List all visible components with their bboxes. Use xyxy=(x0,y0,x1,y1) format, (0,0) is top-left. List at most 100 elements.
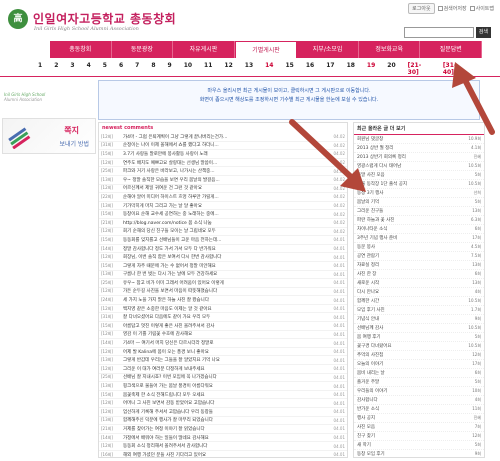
comment-title[interactable]: 가정에서 배워야 하는 일들이 많네요 감사해요 xyxy=(123,435,325,441)
recent-post-row[interactable]: 반가운 소식 11회 xyxy=(354,405,484,414)
recent-post-row[interactable]: 주말 사진 모음 5회 xyxy=(354,171,484,180)
newest-comment-row[interactable]: [13회] 구름나 한 번 벗는 다시 가는 날에 모두 건강하세요 04.01 xyxy=(99,271,347,280)
comment-title[interactable]: 그렇게 자주 때문에 가는 수 없어서 정말 미안해요 xyxy=(123,263,325,269)
pager-item[interactable]: 19 xyxy=(367,62,375,74)
newest-comment-row[interactable]: [15회] 동창이요 순해 교수세 공연하는 중 노래하는 중에... 04.02 xyxy=(99,210,347,219)
recent-post-row[interactable]: 오늘의 이야기 17회 xyxy=(354,360,484,369)
recent-post-row[interactable]: 영광스럽게 다시 태어남 10.5회 xyxy=(354,162,484,171)
newest-comment-row[interactable]: [13회] 핑크색으로 물들어 가는 봄날 풍경이 아름다워요 04.01 xyxy=(99,382,347,391)
pager-item[interactable]: 6 xyxy=(119,62,123,74)
comment-title[interactable]: 그렇게 반갑데 우리는 그들을 잘 알았지요 기억 나요 xyxy=(123,357,325,363)
comment-title[interactable]: 기4마 — 여기서 머지 당신은 다르시더라 정말로 xyxy=(123,340,325,346)
newest-comment-row[interactable]: [21회] http://blog.naver.com/notice 봄 소식 나… xyxy=(99,219,347,228)
recent-post-row[interactable]: 파란 하늘과 꽃 사진 6.3회 xyxy=(354,216,484,225)
pager-item[interactable]: 8 xyxy=(151,62,155,74)
post-title[interactable]: 동문 봉사 xyxy=(357,244,459,250)
recent-post-row[interactable]: 새 학기 5회 xyxy=(354,441,484,450)
newest-comment-row[interactable]: [13회] 기가막히게 마치 그리고 가는 날 달 좋아요 04.02 xyxy=(99,202,347,211)
post-title[interactable]: 행사 공지 xyxy=(357,415,459,421)
post-title[interactable]: 우리들의 이야기 xyxy=(357,388,459,394)
site-title[interactable]: 인일여자고등학교 총동창회 xyxy=(33,10,176,27)
pager-item[interactable]: 14 xyxy=(265,62,273,74)
post-title[interactable]: 함께한 시간 xyxy=(357,298,459,304)
newest-comment-row[interactable]: [12회] 그리운 이 대가 여러분 다정하게 보내주세요 04.01 xyxy=(99,365,347,374)
pager-item[interactable]: 4 xyxy=(87,62,91,74)
newest-comment-row[interactable]: [12회] 어르신께서 제일 귀여운 건 그런 것 같아요 04.02 xyxy=(99,185,347,194)
recent-post-row[interactable]: 모임 후기 사진 1.7회 xyxy=(354,306,484,315)
remember-search-toggle[interactable]: 검색어저장 xyxy=(437,5,467,12)
recent-post-row[interactable]: 회원님 댓글창 10.9회 xyxy=(354,135,484,144)
recent-post-row[interactable]: 친구 찾기 12회 xyxy=(354,432,484,441)
logout-button[interactable]: 로그아웃 xyxy=(408,3,435,14)
newest-comment-row[interactable]: [31회] 순정이는 나이 이제 올해에서 쇼를 했다고 하더니... 04.02 xyxy=(99,142,347,151)
post-title[interactable]: 회원님 댓글창 xyxy=(357,136,459,142)
newest-comment-row[interactable]: [25회] 선배님 잘 지내시죠? 이번 모임에 꼭 나가겠습니다 04.01 xyxy=(99,374,347,383)
post-title[interactable]: 사진 모음 xyxy=(357,424,459,430)
recent-post-row[interactable]: 감사합니다 4회 xyxy=(354,396,484,405)
post-title[interactable]: 선배님께 감사 xyxy=(357,325,459,331)
recent-post-row[interactable]: 새로운 시작 13회 xyxy=(354,279,484,288)
post-title[interactable]: 봄 여행 후기 xyxy=(357,334,459,340)
comment-title[interactable]: 아름답고 멋진 이렇게 좋은 사진 올려주셔서 감사 xyxy=(123,323,325,329)
comment-title[interactable]: 동창이요 순해 교수세 공연하는 중 노래하는 중에... xyxy=(123,211,325,217)
post-title[interactable]: 2013 상반 월 정리 xyxy=(357,145,459,151)
newest-comment-row[interactable]: [12회] 회장님, 이번 솔직 함은 보여서 다시 한번 감사합니다 04.01 xyxy=(99,253,347,262)
comment-title[interactable]: http://blog.naver.com/notice 봄 소식 나눔 xyxy=(123,220,325,226)
comment-title[interactable]: 그리운 이 대가 여러분 다정하게 보내주세요 xyxy=(123,366,325,372)
sitemap-link[interactable]: 사이트맵 xyxy=(469,5,494,12)
post-title[interactable]: 반가운 소식 xyxy=(357,406,459,412)
comment-title[interactable]: 가든 순두길 사진을 보면서 마음이 따뜻해졌습니다 xyxy=(123,288,325,294)
comment-title[interactable]: 기가막히게 마치 그리고 가는 날 달 좋아요 xyxy=(123,203,325,209)
newest-comment-row[interactable]: [12회] 회기 순해의 당신 친구들 모이는 날 그립네요 모두 04.02 xyxy=(99,228,347,237)
recent-post-row[interactable]: 선배님께 감사 10.5회 xyxy=(354,324,484,333)
newest-comment-row[interactable]: [15회] 동동회를 잊지를고 선배님들이 고운 마음 전하는데... 04.01 xyxy=(99,236,347,245)
pager-item[interactable]: 16 xyxy=(306,62,314,74)
newest-comment-row[interactable]: [12회] 영감 이 기쁠 기림꽃 수호에 감사해요 04.01 xyxy=(99,331,347,340)
newest-comment-row[interactable]: [13회] 함께해주신 덕분에 행사가 잘 마무리 되었습니다 04.01 xyxy=(99,417,347,426)
recent-post-row[interactable]: 우리들의 이야기 10회 xyxy=(354,387,484,396)
recent-post-row[interactable]: 꽃구경 다녀왔어요 10.5회 xyxy=(354,342,484,351)
comment-title[interactable]: 회기 순해의 당신 친구들 모이는 날 그립네요 모두 xyxy=(123,228,325,234)
comment-title[interactable]: 회장님, 이번 솔직 함은 보여서 다시 한번 감사합니다 xyxy=(123,254,325,260)
newest-comment-row[interactable]: [15회] 3.7기 사랑들 말로만에 봉사활동 사랑이 노래 04.02 xyxy=(99,150,347,159)
newest-comment-row[interactable]: [12회] 엄선하게 기록해 주셔서 고맙습니다 우리 동창들 04.01 xyxy=(99,408,347,417)
post-title[interactable]: 동창 모임 후기 xyxy=(357,451,459,457)
comment-title[interactable]: 엄선하게 기록해 주셔서 고맙습니다 우리 동창들 xyxy=(123,409,325,415)
comment-title[interactable]: 우~ 정말 솔직한 모습을 보면 우리 봄날의 발걸음... xyxy=(123,177,325,183)
message-guide-banner[interactable]: 쪽지 보내기 방법 xyxy=(2,118,96,154)
recent-post-row[interactable]: 함께한 시간 10.5회 xyxy=(354,297,484,306)
post-title[interactable]: 공연 관람기 xyxy=(357,253,459,259)
post-title[interactable]: 3주년 기념 행사 준비 xyxy=(357,235,459,241)
sidebar-logo[interactable]: Inil Girls High School Alumni Associatio… xyxy=(4,92,94,116)
post-title[interactable]: 감사합니다 xyxy=(357,397,459,403)
nav-item-1[interactable]: 동문광장 xyxy=(112,41,174,58)
newest-comment-row[interactable]: [16회] 해외 여행 가셨던 분들 사진 기다리고 있어요 04.01 xyxy=(99,451,347,457)
newest-comment-row[interactable]: [12회] 동동회 소식 정리해서 올려주셔서 감사합니다 04.01 xyxy=(99,442,347,451)
nav-item-3[interactable]: 기별게시판 xyxy=(234,41,298,58)
pager-item[interactable]: [31-40] xyxy=(443,62,466,76)
comment-title[interactable]: 어머니 그 사진 보면서 감동 받았어요 고맙습니다 xyxy=(123,400,325,406)
comment-title[interactable]: 어제 발 Kalina에 봄이 오는 풍경 보니 좋아요 xyxy=(123,349,325,355)
pager-item[interactable]: 15 xyxy=(285,62,293,74)
comment-title[interactable]: 정말 감사합니다 정도 가서 가서 모두 다 반가워요 xyxy=(123,246,325,252)
pager-item[interactable]: 1 xyxy=(38,62,42,74)
comment-title[interactable]: 봄꽃축제 한 소식 전해드립니다 모두 오세요 xyxy=(123,392,325,398)
newest-comment-row[interactable]: [25회] 유우~ 참고 비가 이미 그래서 어려움이 있어요 이렇게 04.01 xyxy=(99,279,347,288)
post-title[interactable]: 차이나타운 소식 xyxy=(357,226,459,232)
pager-item[interactable]: 9 xyxy=(168,62,172,74)
pager-item[interactable]: 12 xyxy=(224,62,232,74)
recent-post-row[interactable]: 봄 여행 후기 5회 xyxy=(354,333,484,342)
newest-comment-row[interactable]: [24회] 세 가지 노을 가지 맑은 하늘 사진 잘 봤습니다 04.01 xyxy=(99,296,347,305)
recent-post-row[interactable]: 기념식 안내 9회 xyxy=(354,315,484,324)
post-title[interactable]: 봄비 내리는 날 xyxy=(357,370,459,376)
nav-item-5[interactable]: 정보화교육 xyxy=(359,41,421,58)
post-title[interactable]: 영광스럽게 다시 태어남 xyxy=(357,163,459,169)
recent-post-row[interactable]: 그리운 친구들 13회 xyxy=(354,207,484,216)
post-title[interactable]: 다시 만나요 xyxy=(357,289,459,295)
newest-comment-row[interactable]: [31회] 잘 다녀오셨어요 다음에도 같이 가요 우리 모두 04.01 xyxy=(99,313,347,323)
nav-item-4[interactable]: 지부/소모임 xyxy=(297,41,359,58)
recent-post-row[interactable]: 3주년 기념 행사 준비 17회 xyxy=(354,234,484,243)
newest-comment-row[interactable]: [14회] 정말 감사합니다 정도 가서 가서 모두 다 반가워요 04.01 xyxy=(99,245,347,254)
comment-title[interactable]: 3.7기 사랑들 말로만에 봉사활동 사랑이 노래 xyxy=(123,151,325,157)
post-title[interactable]: 새로운 시작 xyxy=(357,280,459,286)
